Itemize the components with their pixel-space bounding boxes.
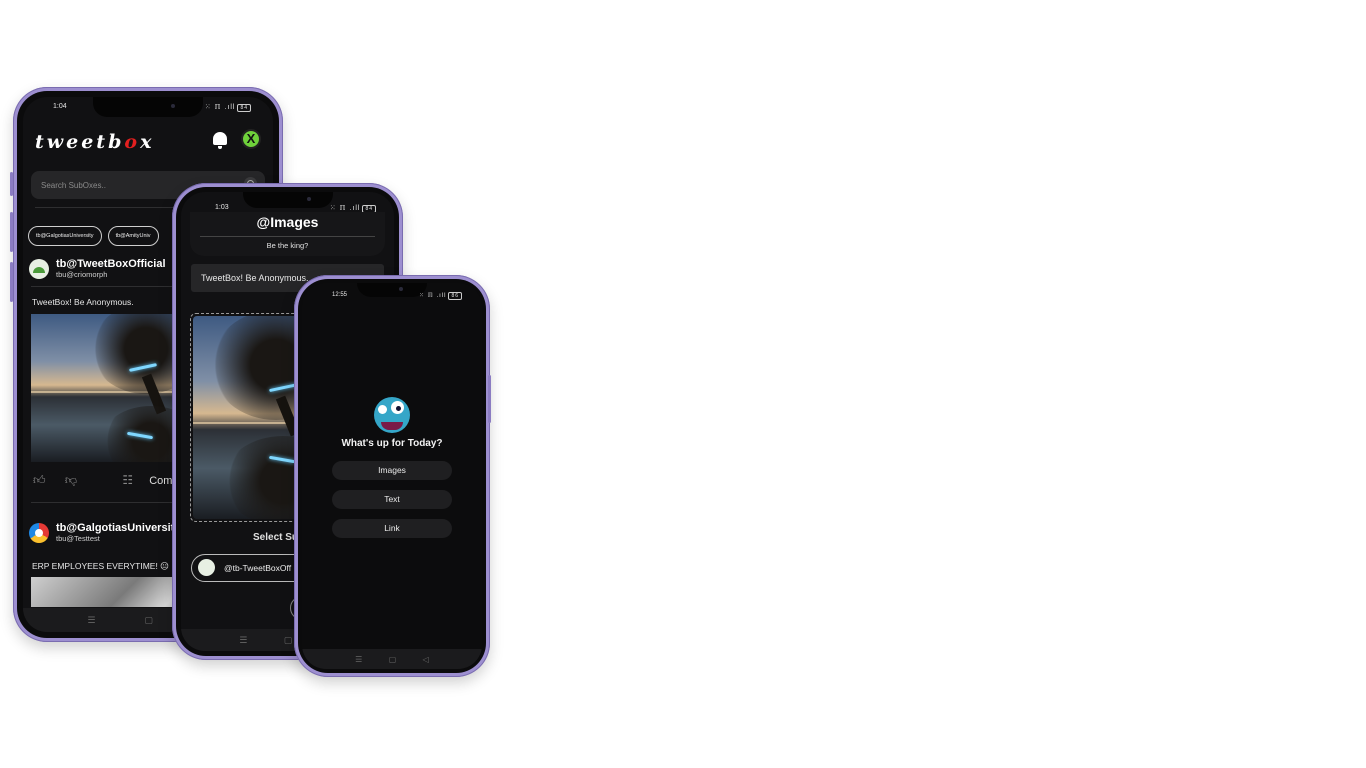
signal-icon: ⁙ ℿ .ıll xyxy=(204,104,236,111)
author-name[interactable]: tb@GalgotiasUniversity xyxy=(56,522,180,534)
subox-avatar xyxy=(198,559,215,576)
author-handle: tbu@criomorph xyxy=(56,270,108,279)
search-placeholder: Search SubOxes.. xyxy=(41,181,106,190)
status-bar: 12:55 ⁙ ℿ .ıll 86 xyxy=(302,283,482,303)
author-avatar[interactable] xyxy=(29,523,49,543)
signal-icon: ⁙ ℿ .ıll xyxy=(418,293,447,299)
mascot-mouth xyxy=(381,422,403,430)
home-icon[interactable]: ▢ xyxy=(389,655,397,664)
post-type-question: What's up for Today? xyxy=(341,438,443,449)
selected-subox: @tb-TweetBoxOff xyxy=(224,563,292,573)
phone-side-button xyxy=(10,262,13,302)
phone-side-button xyxy=(10,172,13,196)
author-avatar[interactable] xyxy=(29,259,49,279)
system-nav-bar: ☰ ▢ ◁ xyxy=(302,649,482,669)
app-header: tweetbox X xyxy=(35,127,261,155)
text-option-button[interactable]: Text xyxy=(332,490,452,509)
post-type-screen: 12:55 ⁙ ℿ .ıll 86 What's up for Today? Im… xyxy=(302,283,482,669)
notification-bell-icon[interactable] xyxy=(213,132,227,149)
subox-chip[interactable]: tb@GalgotiasUniversity xyxy=(28,226,102,246)
post-actions: 👍︎ 👎︎ ☷ Com xyxy=(33,473,188,488)
status-icons: ⁙ ℿ .ıll 84 xyxy=(205,103,251,112)
mascot-eye xyxy=(378,405,387,414)
select-subox-label: Select Su xyxy=(253,532,299,543)
images-option-button[interactable]: Images xyxy=(332,461,452,480)
comment-icon[interactable]: ☷ xyxy=(122,473,133,487)
post-text-value: TweetBox! Be Anonymous. xyxy=(201,273,309,283)
post-text: TweetBox! Be Anonymous. xyxy=(32,297,134,307)
phone-side-button xyxy=(10,212,13,252)
battery-icon: 86 xyxy=(448,292,462,300)
logo-text: tweetb xyxy=(35,131,125,153)
back-icon[interactable]: ◁ xyxy=(423,655,429,664)
author-name[interactable]: tb@TweetBoxOfficial xyxy=(56,258,166,270)
tweetbox-logo[interactable]: tweetbox xyxy=(35,131,154,153)
status-time: 1:03 xyxy=(215,204,229,211)
link-option-button[interactable]: Link xyxy=(332,519,452,538)
like-icon[interactable]: 👍︎ xyxy=(33,473,46,487)
battery-icon: 84 xyxy=(237,104,251,112)
menu-icon[interactable]: ☰ xyxy=(239,635,247,646)
comment-button[interactable]: Com xyxy=(149,475,172,487)
author-handle: tbu@Testtest xyxy=(56,534,100,543)
divider xyxy=(200,236,375,237)
logo-accent: o xyxy=(124,131,141,153)
compose-subtitle: Be the king? xyxy=(266,241,309,250)
compose-title: @Images xyxy=(256,214,319,230)
dislike-icon[interactable]: 👎︎ xyxy=(65,473,77,487)
menu-icon[interactable]: ☰ xyxy=(87,615,95,626)
signal-icon: ⁙ ℿ .ıll xyxy=(329,205,361,212)
mascot-pupil xyxy=(396,406,401,411)
subox-chip[interactable]: tb@AmityUniv xyxy=(107,226,159,246)
phone-post-type: 12:55 ⁙ ℿ .ıll 86 What's up for Today? Im… xyxy=(294,275,491,677)
profile-avatar[interactable]: X xyxy=(241,129,261,149)
home-icon[interactable]: ▢ xyxy=(284,635,293,646)
status-time: 12:55 xyxy=(332,292,348,298)
post-text: ERP EMPLOYEES EVERYTIME! 😐 xyxy=(32,561,170,571)
status-bar: 1:03 ⁙ ℿ .ıll 84 xyxy=(181,192,394,213)
tweetbox-mascot-icon xyxy=(374,397,410,433)
status-bar: 1:04 ⁙ ℿ .ıll 84 xyxy=(23,97,273,117)
compose-header: @Images Be the king? xyxy=(190,212,385,256)
mascot-eye xyxy=(391,401,404,414)
status-icons: ⁙ ℿ .ıll 86 xyxy=(419,292,462,300)
phone-side-button xyxy=(488,375,491,423)
home-icon[interactable]: ▢ xyxy=(144,615,153,626)
logo-text-end: x xyxy=(140,131,155,153)
status-time: 1:04 xyxy=(53,103,67,110)
menu-icon[interactable]: ☰ xyxy=(355,655,362,664)
